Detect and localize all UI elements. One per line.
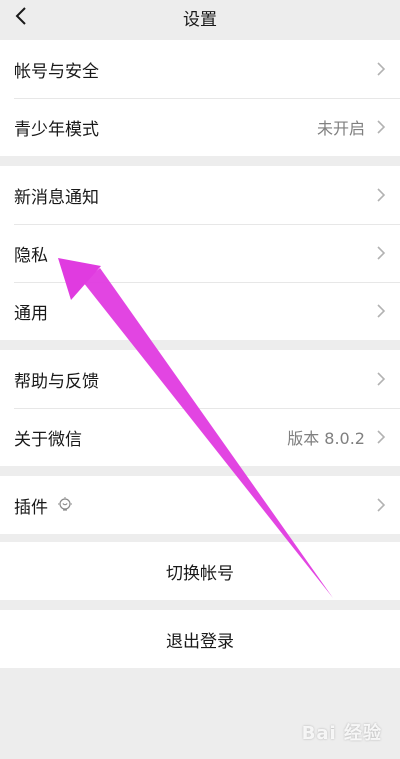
settings-item-label: 通用 xyxy=(14,303,48,324)
settings-item-label: 青少年模式 xyxy=(14,119,99,140)
settings-group-plugins: 插件 xyxy=(0,476,400,534)
logout-group: 退出登录 xyxy=(0,610,400,668)
version-label: 版本 8.0.2 xyxy=(287,429,365,448)
switch-account-label: 切换帐号 xyxy=(166,563,234,584)
logout-label: 退出登录 xyxy=(166,631,234,652)
page-title: 设置 xyxy=(183,10,217,30)
settings-item-notifications[interactable]: 新消息通知 xyxy=(0,166,400,224)
settings-item-label: 插件 xyxy=(14,497,48,518)
watermark-logo: Bai 经验 xyxy=(301,723,382,744)
settings-group-general: 新消息通知 隐私 通用 xyxy=(0,166,400,340)
chevron-right-icon xyxy=(377,188,386,202)
switch-account-button[interactable]: 切换帐号 xyxy=(0,542,400,600)
settings-item-label: 新消息通知 xyxy=(14,187,99,208)
lightbulb-icon xyxy=(58,497,72,511)
nav-bar: 设置 xyxy=(0,0,400,34)
chevron-right-icon xyxy=(377,246,386,260)
settings-group-about: 帮助与反馈 关于微信 版本 8.0.2 xyxy=(0,350,400,466)
settings-item-teen-mode[interactable]: 青少年模式 未开启 xyxy=(0,98,400,156)
settings-item-label: 隐私 xyxy=(14,245,48,266)
settings-item-about-wechat[interactable]: 关于微信 版本 8.0.2 xyxy=(0,408,400,466)
chevron-right-icon xyxy=(377,62,386,76)
settings-item-privacy[interactable]: 隐私 xyxy=(0,224,400,282)
settings-item-help-feedback[interactable]: 帮助与反馈 xyxy=(0,350,400,408)
settings-item-label: 关于微信 xyxy=(14,429,82,450)
settings-item-account-security[interactable]: 帐号与安全 xyxy=(0,40,400,98)
switch-account-group: 切换帐号 xyxy=(0,542,400,600)
chevron-right-icon xyxy=(377,304,386,318)
chevron-right-icon xyxy=(377,372,386,386)
settings-group-account: 帐号与安全 青少年模式 未开启 xyxy=(0,40,400,156)
settings-item-label: 帐号与安全 xyxy=(14,61,99,82)
settings-item-label: 帮助与反馈 xyxy=(14,371,99,392)
teen-mode-status: 未开启 xyxy=(316,119,365,138)
chevron-right-icon xyxy=(377,498,386,512)
logout-button[interactable]: 退出登录 xyxy=(0,610,400,668)
settings-item-general[interactable]: 通用 xyxy=(0,282,400,340)
settings-item-plugins[interactable]: 插件 xyxy=(0,476,400,534)
chevron-right-icon xyxy=(377,120,386,134)
chevron-right-icon xyxy=(377,430,386,444)
